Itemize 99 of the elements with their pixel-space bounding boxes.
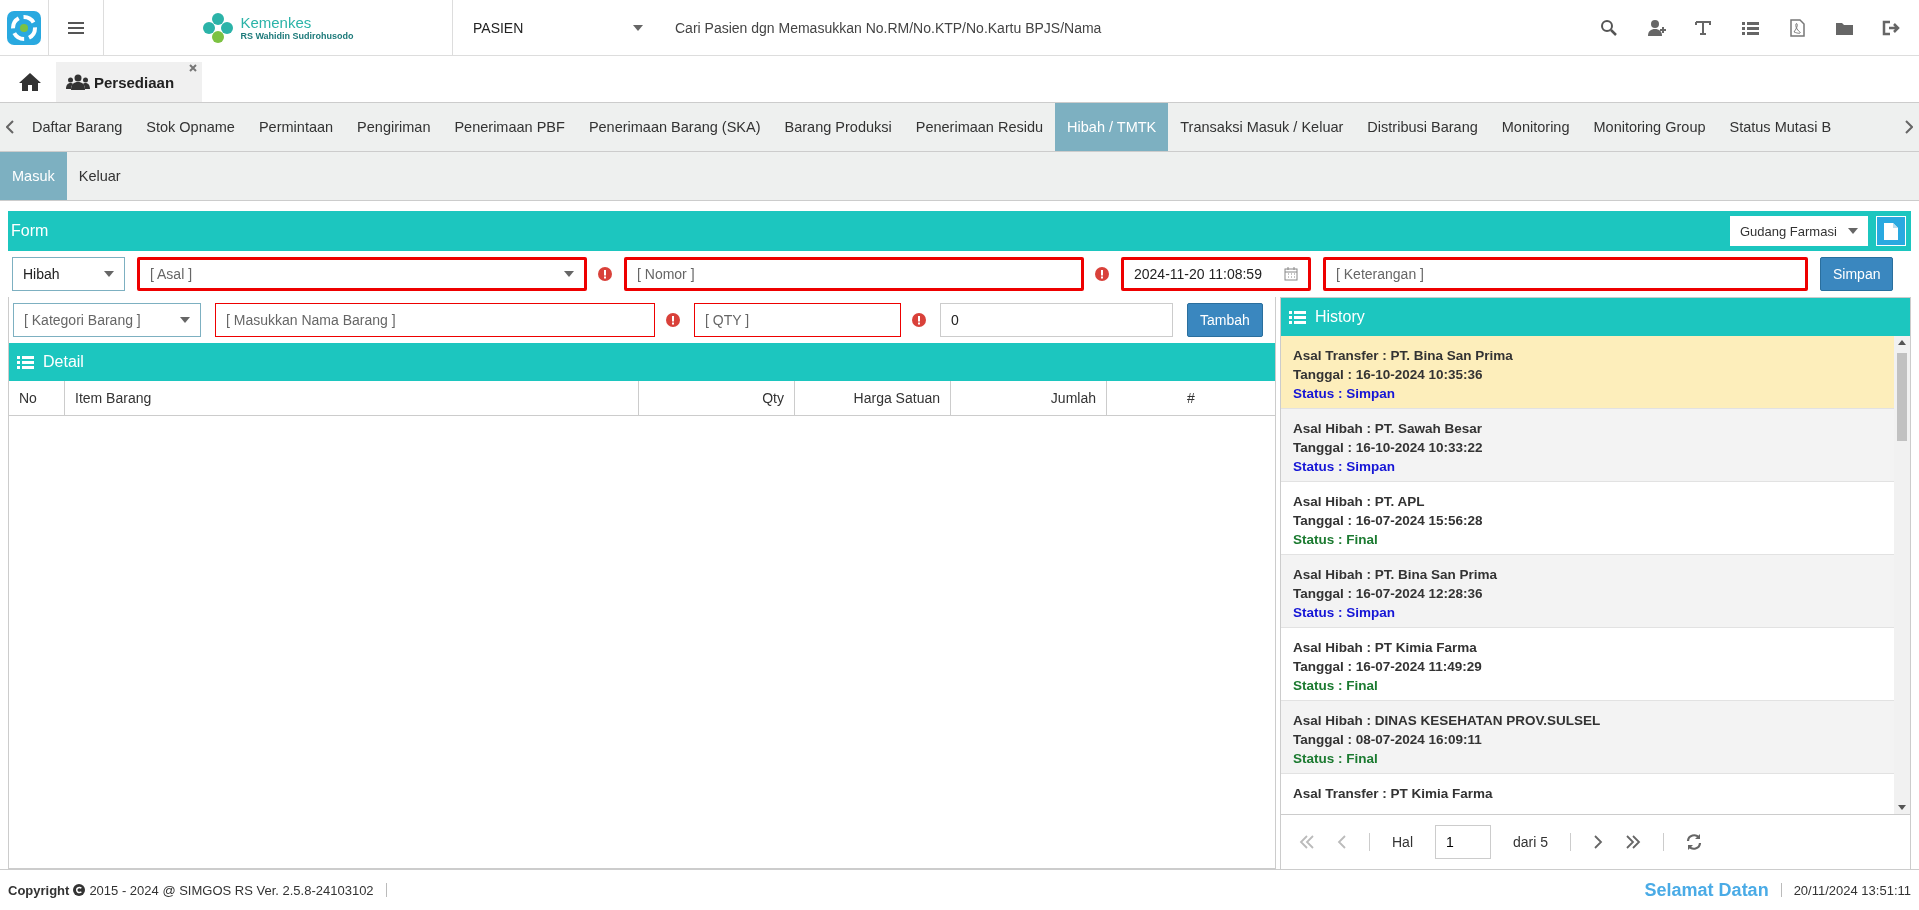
list-icon <box>17 354 34 370</box>
text-field[interactable]: [ Masukkan Nama Barang ] <box>215 303 655 337</box>
app-logo-icon <box>6 9 42 46</box>
nav-tab[interactable]: Monitoring Group <box>1581 103 1718 151</box>
caret-icon <box>633 24 643 31</box>
text-field[interactable]: [ Nomor ] <box>624 257 1084 291</box>
pdf-file-icon[interactable] <box>1788 18 1807 37</box>
history-date: Tanggal : 16-10-2024 10:33:22 <box>1293 439 1484 457</box>
history-status: Status : Simpan <box>1293 385 1396 403</box>
history-date: Tanggal : 08-07-2024 16:09:11 <box>1293 731 1483 749</box>
history-date: Tanggal : 16-10-2024 10:35:36 <box>1293 366 1484 384</box>
scrollbar-thumb[interactable] <box>1897 353 1907 441</box>
patient-search-field[interactable]: Cari Pasien dgn Memasukkan No.RM/No.KTP/No.Kartu BPJS/Nama <box>673 0 1600 55</box>
text-field[interactable]: 0 <box>940 303 1173 337</box>
history-origin: Asal Hibah : PT Kimia Farma <box>1293 639 1478 657</box>
nav-tab[interactable]: Barang Produksi <box>772 103 904 151</box>
history-origin: Asal Transfer : PT Kimia Farma <box>1293 785 1494 803</box>
home-icon[interactable] <box>18 72 42 92</box>
nav-tab[interactable]: Stok Opname <box>134 103 247 151</box>
nav-tab[interactable]: Penerimaan PBF <box>442 103 577 151</box>
logout-icon[interactable] <box>1882 18 1901 37</box>
column-header: Item Barang <box>65 381 639 415</box>
history-origin: Asal Hibah : PT. APL <box>1293 493 1426 511</box>
nav-tab[interactable]: Distribusi Barang <box>1355 103 1490 151</box>
footer-datetime: 20/11/2024 13:51:11 <box>1793 882 1911 898</box>
nav-tab[interactable]: Status Mutasi B <box>1717 103 1844 151</box>
history-date: Tanggal : 16-07-2024 15:56:28 <box>1293 512 1484 530</box>
dropdown-field[interactable]: Hibah <box>12 257 125 291</box>
warehouse-select[interactable]: Gudang Farmasi <box>1730 216 1868 246</box>
history-item[interactable]: Asal Hibah : DINAS KESEHATAN PROV.SULSEL Tanggal : 08-07-2024 16:09:11 Status : Final <box>1281 701 1894 774</box>
history-date: Tanggal : 16-07-2024 12:28:36 <box>1293 585 1484 603</box>
page-total: dari 5 <box>1513 834 1549 850</box>
kemenkes-logo-icon <box>202 11 235 44</box>
page-tab[interactable]: Persediaan <box>56 62 203 102</box>
column-header: # <box>1186 389 1196 408</box>
column-header: Harga Satuan <box>795 381 951 415</box>
version-text: 2015 - 2024 @ SIMGOS RS Ver. 2.5.8-24103102 <box>89 882 374 898</box>
nav-tab[interactable]: Permintaan <box>246 103 346 151</box>
copyright-icon <box>73 884 86 896</box>
caret-icon <box>180 317 190 323</box>
date-time-field[interactable]: 2024-11-20 11:08:59 <box>1121 257 1311 291</box>
search-icon[interactable] <box>1600 18 1619 37</box>
dropdown-field[interactable]: [ Kategori Barang ] <box>13 303 201 337</box>
page-label: Hal <box>1392 834 1413 850</box>
last-page-icon[interactable] <box>1625 835 1642 849</box>
history-status: Status : Final <box>1293 531 1379 549</box>
users-icon <box>66 74 90 90</box>
history-origin: Asal Hibah : DINAS KESEHATAN PROV.SULSEL <box>1293 712 1602 730</box>
history-item[interactable]: Asal Hibah : PT. Sawah Besar Tanggal : 16-10-2024 10:33:22 Status : Simpan <box>1281 409 1894 482</box>
history-origin: Asal Transfer : PT. Bina San Prima <box>1293 347 1514 365</box>
nav-tab[interactable]: Penerimaan Barang (SKA) <box>576 103 773 151</box>
column-header: Qty <box>639 381 795 415</box>
history-origin: Asal Hibah : PT. Sawah Besar <box>1293 420 1484 438</box>
text-icon[interactable] <box>1694 18 1713 37</box>
page-number-field[interactable]: 1 <box>1435 825 1491 859</box>
dropdown-field[interactable]: [ Asal ] <box>137 257 587 291</box>
nav-tab[interactable]: Daftar Barang <box>20 103 135 151</box>
caret-icon <box>564 271 574 277</box>
nav-tab[interactable]: Pengiriman <box>345 103 443 151</box>
next-page-icon[interactable] <box>1593 835 1604 849</box>
chevron-left-icon[interactable] <box>6 120 14 134</box>
detail-title: Detail <box>43 353 84 371</box>
save-button[interactable]: Simpan <box>1820 257 1894 291</box>
refresh-icon[interactable] <box>1686 834 1703 850</box>
new-document-button[interactable] <box>1876 216 1906 246</box>
add-button[interactable]: Tambah <box>1187 303 1263 337</box>
history-status: Status : Final <box>1293 677 1379 695</box>
logo-subtitle: RS Wahidin Sudirohusodo <box>240 30 354 41</box>
nav-tab[interactable]: Monitoring <box>1489 103 1582 151</box>
history-status: Status : Simpan <box>1293 604 1396 622</box>
history-date: Tanggal : 16-07-2024 11:49:29 <box>1293 658 1483 676</box>
history-origin: Asal Hibah : PT. Bina San Prima <box>1293 566 1499 584</box>
nav-tab[interactable]: Penerimaan Residu <box>903 103 1056 151</box>
welcome-text: Selamat Datan <box>1644 879 1769 901</box>
column-header: No <box>9 381 65 415</box>
caret-icon <box>1848 228 1858 234</box>
chevron-right-icon[interactable] <box>1905 120 1913 134</box>
scroll-up-icon[interactable] <box>1898 340 1906 345</box>
history-item[interactable]: Asal Transfer : PT. Bina San Prima Tanggal : 16-10-2024 10:35:36 Status : Simpan <box>1281 336 1894 409</box>
history-title: History <box>1315 308 1365 326</box>
menu-icon[interactable] <box>68 20 84 35</box>
text-field[interactable]: [ QTY ] <box>694 303 901 337</box>
column-header: Jumlah <box>951 381 1107 415</box>
patient-type-select[interactable]: PASIEN <box>473 0 653 55</box>
caret-icon <box>104 271 114 277</box>
text-field[interactable]: [ Keterangan ] <box>1323 257 1808 291</box>
close-icon[interactable] <box>189 64 198 72</box>
nav-tab[interactable]: Transaksi Masuk / Keluar <box>1168 103 1356 151</box>
list-icon <box>1289 309 1306 325</box>
history-item[interactable]: Asal Hibah : PT. Bina San Prima Tanggal : 16-07-2024 12:28:36 Status : Simpan <box>1281 555 1894 628</box>
sub-tab[interactable]: Keluar <box>66 152 133 200</box>
document-icon <box>1884 222 1898 240</box>
logo-title: Kemenkes <box>240 14 313 31</box>
history-status: Status : Final <box>1293 750 1379 768</box>
add-user-icon[interactable] <box>1647 18 1666 37</box>
scroll-down-icon[interactable] <box>1898 805 1906 810</box>
history-status: Status : Simpan <box>1293 458 1396 476</box>
form-title: Form <box>11 222 50 240</box>
copyright-label: Copyright <box>8 882 70 898</box>
